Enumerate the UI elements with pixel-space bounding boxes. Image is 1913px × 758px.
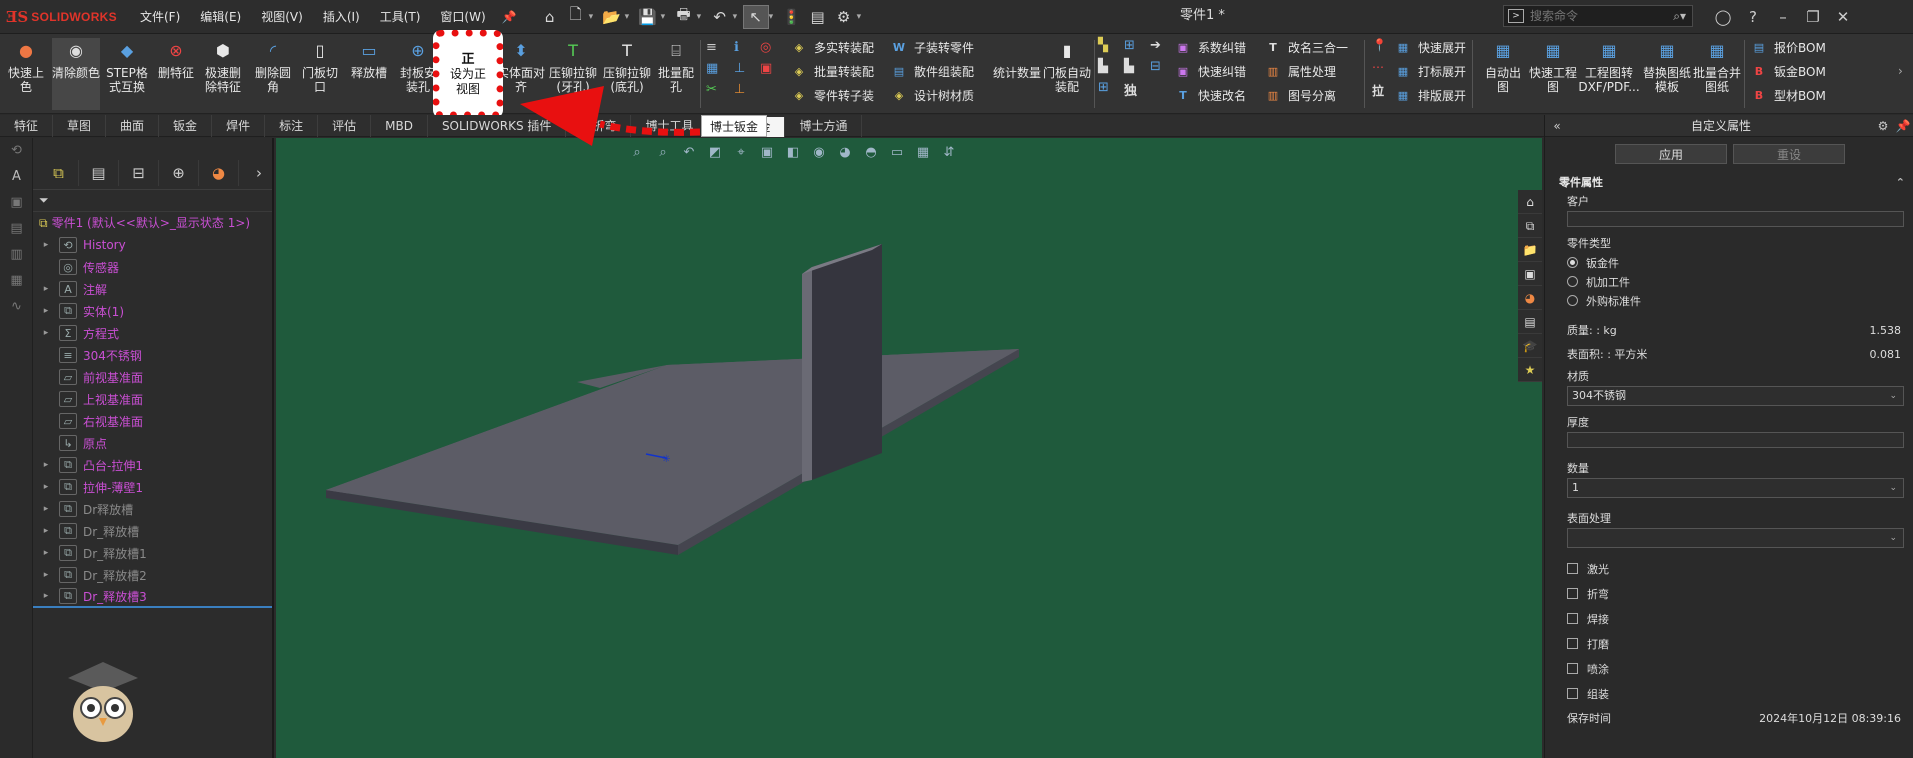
gear-icon[interactable]: ⚙ [1873, 119, 1893, 133]
customer-field[interactable] [1567, 211, 1904, 227]
panel-actions: 应用 重设 [1545, 137, 1913, 171]
custom-properties-panel: « 自定义属性 ⚙ 📌 应用 重设 零件属性 ⌃ 客户 零件类型 钣金件 机加工件… [1544, 115, 1913, 758]
process-checkbox-row[interactable]: 打磨 [1545, 631, 1913, 656]
process-checkbox-row[interactable]: 折弯 [1545, 581, 1913, 606]
chevron-up-icon[interactable]: ⌃ [1896, 176, 1905, 189]
material-value: 304不锈钢 [1572, 389, 1626, 402]
quantity-label: 数量 [1567, 462, 1589, 475]
mass-row: 质量: : kg 1.538 [1545, 318, 1913, 342]
apply-button[interactable]: 应用 [1615, 144, 1727, 164]
customer-label: 客户 [1567, 195, 1589, 208]
radio-label: 外购标准件 [1586, 294, 1641, 308]
process-checkbox-row[interactable]: 焊接 [1545, 606, 1913, 631]
reset-button[interactable]: 重设 [1733, 144, 1845, 164]
thickness-label: 厚度 [1567, 416, 1589, 429]
chevron-down-icon[interactable]: ⌄ [1889, 387, 1897, 405]
radio-label: 机加工件 [1586, 275, 1630, 289]
process-checkbox-row[interactable]: 组装 [1545, 681, 1913, 706]
radio-machined[interactable]: 机加工件 [1545, 272, 1913, 291]
checkbox-label: 组装 [1587, 687, 1609, 701]
thickness-field[interactable] [1567, 432, 1904, 448]
radio-button[interactable] [1567, 257, 1578, 268]
mass-label: 质量: : kg [1567, 324, 1617, 337]
checkbox[interactable] [1567, 588, 1578, 599]
process-checkbox-row[interactable]: 喷涂 [1545, 656, 1913, 681]
section-title: 零件属性 [1559, 176, 1603, 189]
checkbox[interactable] [1567, 638, 1578, 649]
mass-value: 1.538 [1869, 323, 1902, 337]
checkbox[interactable] [1567, 663, 1578, 674]
quantity-value: 1 [1572, 481, 1579, 494]
part-properties-section[interactable]: 零件属性 ⌃ [1545, 171, 1913, 193]
area-value: 0.081 [1869, 347, 1902, 361]
surface-treatment-label: 表面处理 [1567, 512, 1611, 525]
save-time-label: 保存时间 [1567, 712, 1611, 725]
process-checklist: 激光折弯焊接打磨喷涂组装 [1545, 556, 1913, 706]
checkbox[interactable] [1567, 688, 1578, 699]
checkbox-label: 喷涂 [1587, 662, 1609, 676]
checkbox-label: 焊接 [1587, 612, 1609, 626]
pin-icon[interactable]: 📌 [1893, 119, 1913, 133]
arrow-head-icon [520, 86, 604, 146]
collapse-panel-icon[interactable]: « [1545, 119, 1569, 133]
area-label: 表面积: : 平方米 [1567, 348, 1648, 361]
checkbox[interactable] [1567, 563, 1578, 574]
radio-purchased[interactable]: 外购标准件 [1545, 291, 1913, 310]
radio-label: 钣金件 [1586, 256, 1619, 270]
surface-treatment-select[interactable]: ⌄ [1567, 528, 1904, 548]
radio-button[interactable] [1567, 295, 1578, 306]
area-row: 表面积: : 平方米 0.081 [1545, 342, 1913, 366]
checkbox-label: 折弯 [1587, 587, 1609, 601]
panel-header: « 自定义属性 ⚙ 📌 [1545, 115, 1913, 137]
radio-sheet-metal[interactable]: 钣金件 [1545, 253, 1913, 272]
checkbox[interactable] [1567, 613, 1578, 624]
process-checkbox-row[interactable]: 激光 [1545, 556, 1913, 581]
chevron-down-icon[interactable]: ⌄ [1889, 529, 1897, 547]
part-type-label: 零件类型 [1567, 237, 1611, 250]
dotted-arrow-line [599, 120, 701, 136]
checkbox-label: 激光 [1587, 562, 1609, 576]
panel-title: 自定义属性 [1690, 119, 1751, 133]
save-time-row: 保存时间 2024年10月12日 08:39:16 [1545, 706, 1913, 730]
tab-tooltip: 博士钣金 [701, 115, 767, 137]
radio-button[interactable] [1567, 276, 1578, 287]
quantity-select[interactable]: 1 ⌄ [1567, 478, 1904, 498]
chevron-down-icon[interactable]: ⌄ [1889, 479, 1897, 497]
material-label: 材质 [1567, 370, 1589, 383]
material-select[interactable]: 304不锈钢 ⌄ [1567, 386, 1904, 406]
save-time-value: 2024年10月12日 08:39:16 [1759, 712, 1901, 725]
checkbox-label: 打磨 [1587, 637, 1609, 651]
